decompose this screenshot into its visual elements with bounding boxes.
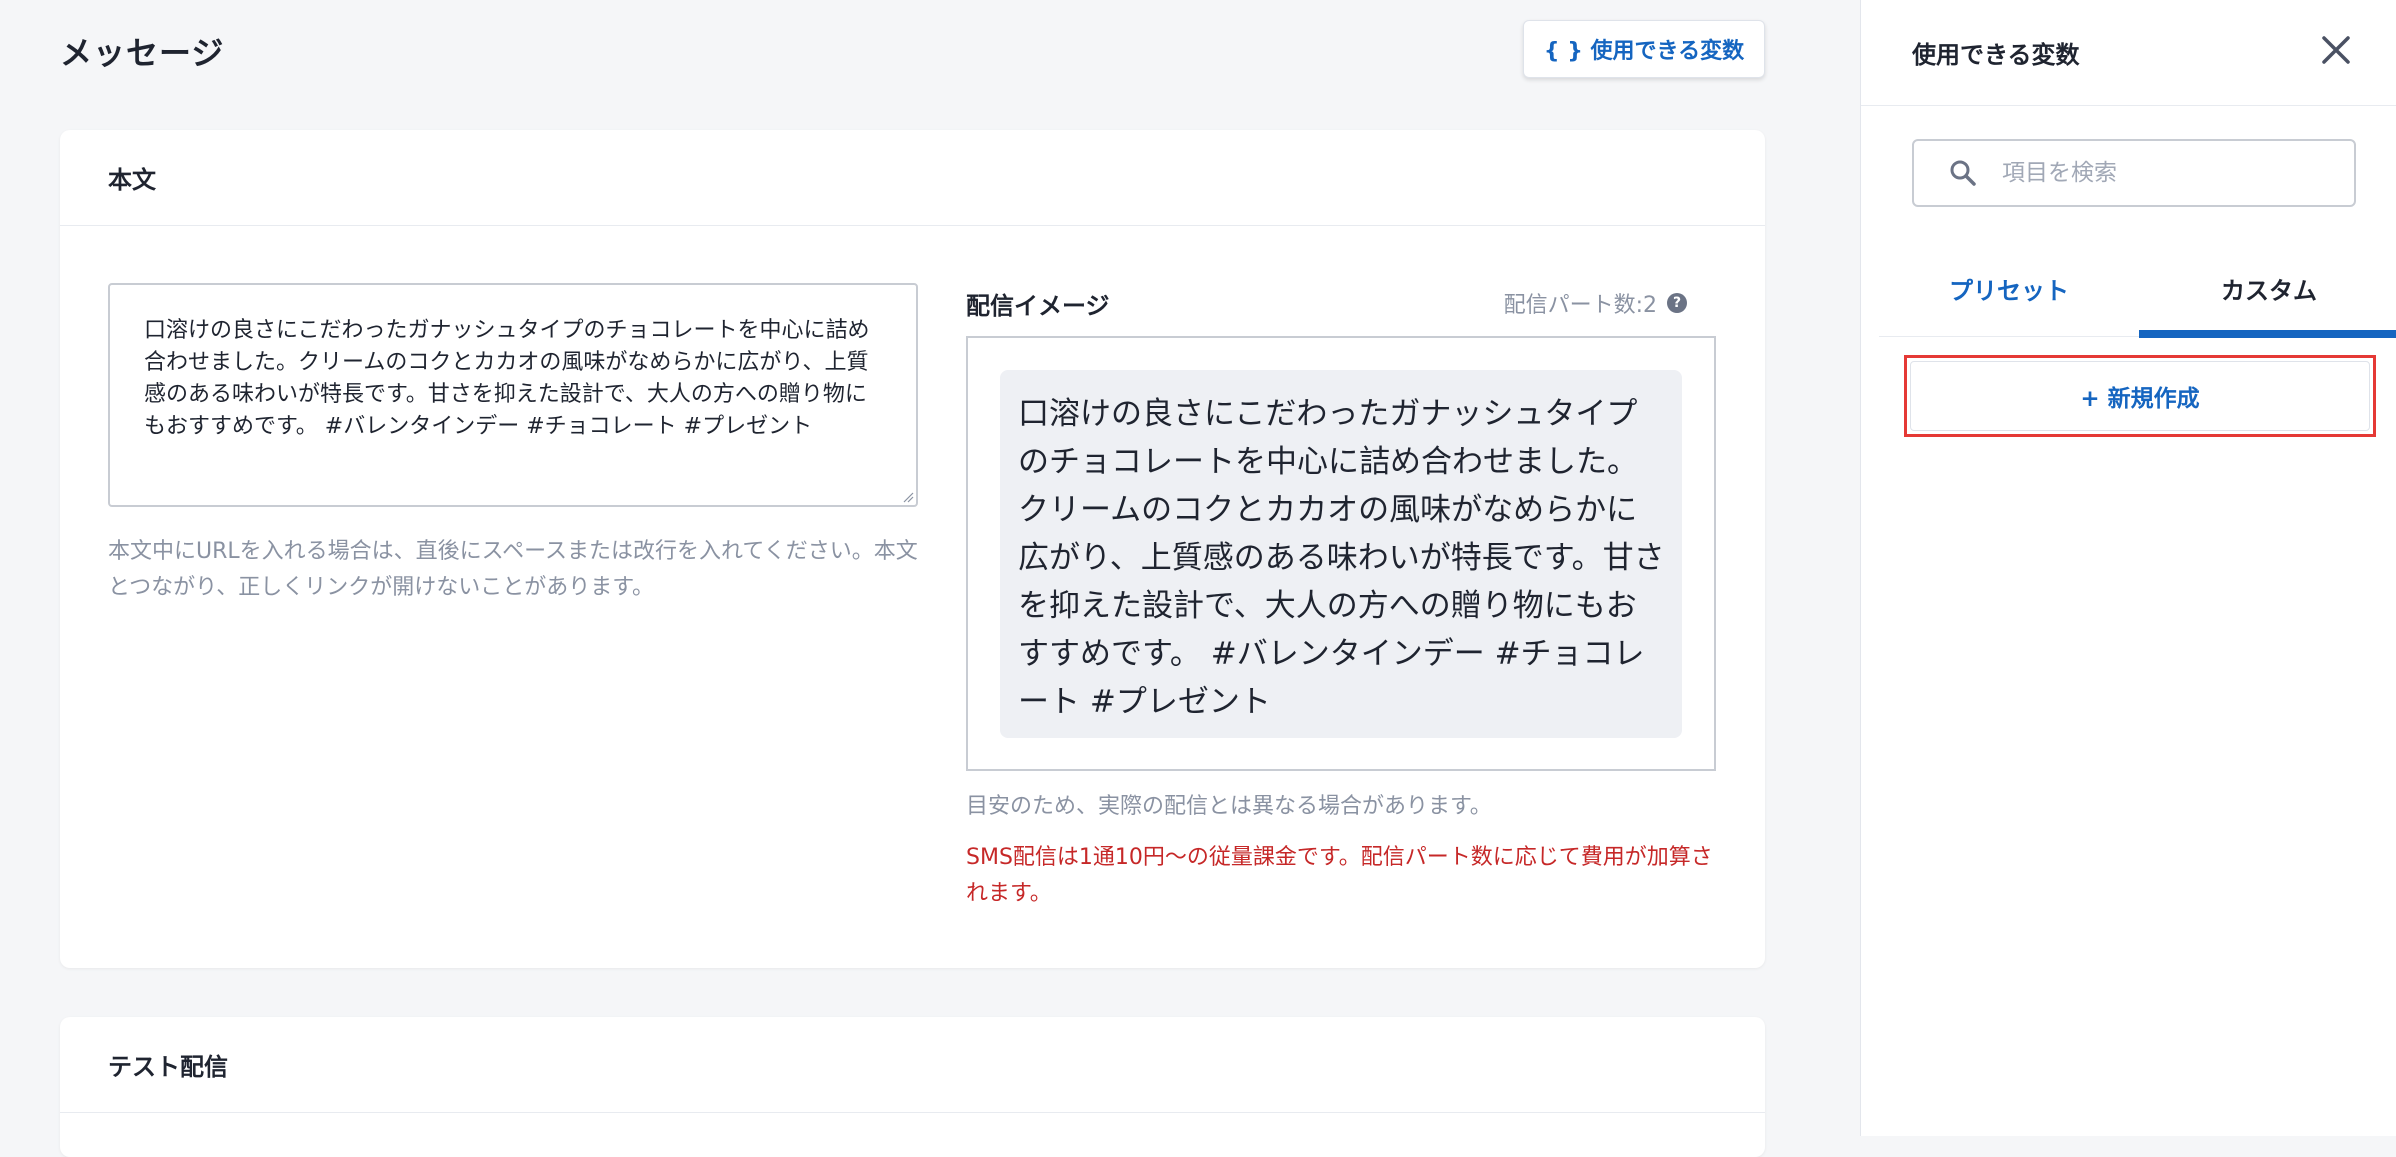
body-card: 本文 口溶けの良さにこだわったガナッシュタイプのチョコレートを中心に詰め合わせま… [60, 130, 1765, 968]
body-card-title: 本文 [108, 166, 156, 194]
available-variables-button[interactable]: { } 使用できる変数 [1523, 20, 1765, 78]
url-hint-text: 本文中にURLを入れる場合は、直後にスペースまたは改行を入れてください。本文とつ… [108, 539, 918, 600]
main-content: メッセージ { } 使用できる変数 本文 口溶けの良さにこだわったガナッシュタイ… [0, 0, 1860, 1157]
tab-custom[interactable]: カスタム [2139, 240, 2396, 338]
variable-search-box [1912, 139, 2356, 207]
preview-label: 配信イメージ [966, 292, 1110, 320]
message-body-textarea[interactable]: 口溶けの良さにこだわったガナッシュタイプのチョコレートを中心に詰め合わせました。… [108, 283, 918, 507]
search-icon [1950, 160, 1976, 186]
variable-tabs: プリセット カスタム [1879, 240, 2396, 338]
close-icon[interactable] [2316, 30, 2356, 70]
variable-search-input[interactable] [2000, 159, 2324, 187]
preview-message-bubble: 口溶けの良さにこだわったガナッシュタイプのチョコレートを中心に詰め合わせました。… [1000, 370, 1682, 738]
preview-disclaimer: 目安のため、実際の配信とは異なる場合があります。 [966, 794, 1492, 819]
new-button-highlight: + 新規作成 [1904, 355, 2376, 437]
help-icon[interactable]: ? [1667, 293, 1687, 313]
parts-count-text: 配信パート数:2 [1503, 293, 1657, 318]
side-panel-header: 使用できる変数 [1861, 0, 2396, 106]
preview-frame: 口溶けの良さにこだわったガナッシュタイプのチョコレートを中心に詰め合わせました。… [966, 336, 1716, 771]
side-panel-title: 使用できる変数 [1912, 41, 2080, 69]
test-card-title: テスト配信 [108, 1053, 228, 1081]
test-card: テスト配信 [60, 1017, 1765, 1157]
test-card-header: テスト配信 [60, 1017, 1765, 1113]
variables-side-panel: 使用できる変数 プリセット カスタム + 新規作成 [1860, 0, 2396, 1136]
billing-warning: SMS配信は1通10円〜の従量課金です。配信パート数に応じて費用が加算されます。 [966, 845, 1713, 906]
resize-handle-icon[interactable] [902, 491, 914, 503]
page-title: メッセージ [60, 34, 225, 72]
body-card-header: 本文 [60, 130, 1765, 226]
parts-count: 配信パート数:2 ? [1504, 287, 1687, 319]
tab-preset[interactable]: プリセット [1879, 240, 2139, 336]
create-new-button[interactable]: + 新規作成 [1910, 361, 2370, 431]
